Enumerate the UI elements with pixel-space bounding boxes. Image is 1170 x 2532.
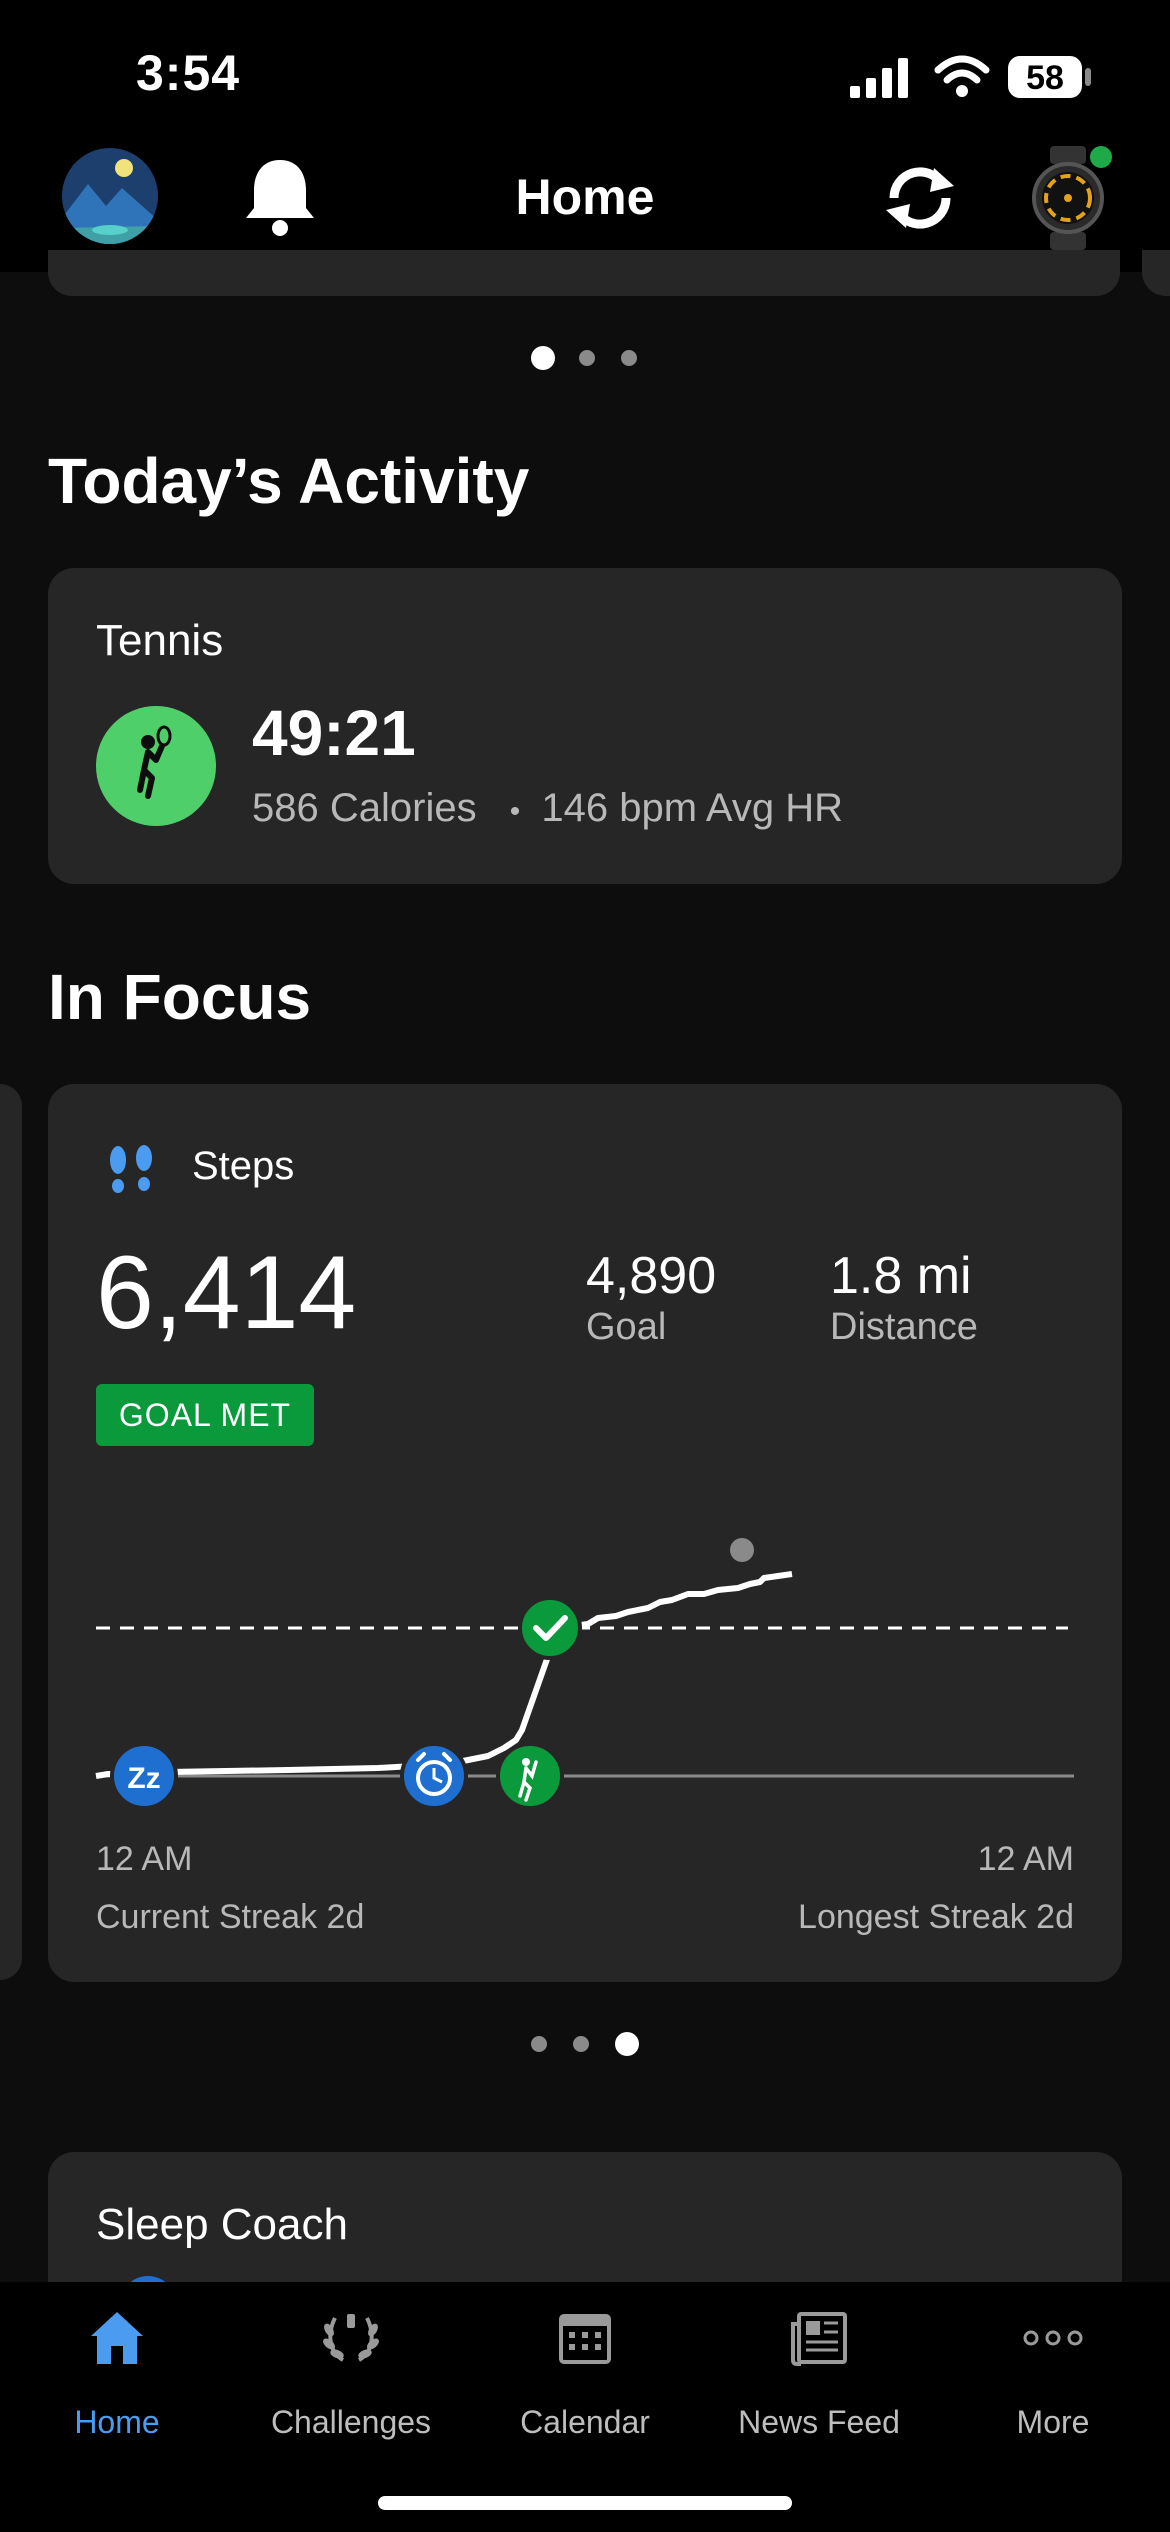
wifi-icon xyxy=(934,55,990,97)
steps-count: 6,414 xyxy=(96,1235,357,1351)
status-time: 3:54 xyxy=(136,45,241,101)
laurel-icon xyxy=(323,2314,379,2362)
stat-separator: • xyxy=(509,795,521,828)
activity-avg-hr: 146 bpm Avg HR xyxy=(541,786,844,830)
focus-dot-1[interactable] xyxy=(531,2036,547,2052)
tennis-marker-icon xyxy=(496,1742,564,1810)
tab-more[interactable]: More xyxy=(936,2282,1170,2442)
battery-cap xyxy=(1085,68,1091,86)
tab-more-label: More xyxy=(1016,2404,1090,2440)
tennis-player-icon xyxy=(137,725,172,799)
activity-stats: 586 Calories • 146 bpm Avg HR xyxy=(252,786,843,831)
focus-dot-3[interactable] xyxy=(615,2032,639,2056)
distance-value: 1.8 mi xyxy=(830,1247,972,1305)
goal-reached-check-icon xyxy=(518,1596,582,1660)
sleep-coach-title: Sleep Coach xyxy=(96,2200,348,2249)
sleep-marker-icon: Zz xyxy=(110,1742,178,1810)
page-title: Home xyxy=(515,169,655,225)
bottom-tab-bar: Home Challenges Calendar News Feed More xyxy=(0,2282,1170,2532)
carousel-dot-3[interactable] xyxy=(621,350,637,366)
carousel-card-next-partial[interactable] xyxy=(1142,250,1170,296)
device-connected-dot xyxy=(1090,146,1112,168)
tab-news-feed[interactable]: News Feed xyxy=(702,2282,936,2442)
tab-calendar[interactable]: Calendar xyxy=(468,2282,702,2442)
carousel-card-partial[interactable] xyxy=(48,250,1120,296)
tab-calendar-label: Calendar xyxy=(520,2404,650,2440)
calendar-icon xyxy=(559,2314,611,2364)
tennis-activity-icon xyxy=(96,706,216,826)
activity-card-tennis[interactable]: Tennis 49:21 586 Calories • 146 bpm Avg … xyxy=(48,568,1122,884)
distance-label: Distance xyxy=(830,1306,978,1348)
steps-card[interactable]: Steps 6,414 4,890 Goal 1.8 mi Distance G… xyxy=(48,1084,1122,1982)
more-dots-icon xyxy=(1023,2330,1083,2346)
newspaper-icon xyxy=(791,2312,847,2366)
activity-name: Tennis xyxy=(96,616,224,665)
axis-start-label: 12 AM xyxy=(96,1840,193,1878)
longest-streak: Longest Streak 2d xyxy=(798,1898,1074,1936)
status-bar: 3:54 58 xyxy=(0,0,1170,140)
current-streak: Current Streak 2d xyxy=(96,1898,365,1936)
footprints-icon xyxy=(110,1145,152,1193)
todays-activity-heading: Today’s Activity xyxy=(48,445,530,517)
home-indicator[interactable] xyxy=(378,2496,792,2510)
activity-calories: 586 Calories xyxy=(252,786,477,830)
tab-home[interactable]: Home xyxy=(0,2282,234,2442)
carousel-dot-2[interactable] xyxy=(579,350,595,366)
previous-card-partial[interactable] xyxy=(0,1084,22,1980)
cellular-signal-icon xyxy=(850,58,908,98)
carousel-dot-1[interactable] xyxy=(531,346,555,370)
focus-dot-2[interactable] xyxy=(573,2036,589,2052)
steps-progress-chart: Zz xyxy=(95,1538,1074,1810)
tab-challenges-label: Challenges xyxy=(270,2404,432,2440)
steps-label: Steps xyxy=(192,1144,295,1188)
tab-challenges[interactable]: Challenges xyxy=(234,2282,468,2442)
goal-value: 4,890 xyxy=(586,1247,717,1305)
tab-news-feed-label: News Feed xyxy=(738,2404,900,2440)
goal-label: Goal xyxy=(586,1306,667,1348)
tab-home-label: Home xyxy=(74,2404,160,2440)
svg-text:Zz: Zz xyxy=(127,1762,160,1795)
activity-duration: 49:21 xyxy=(252,697,416,769)
sync-icon[interactable] xyxy=(880,158,960,238)
home-icon xyxy=(91,2312,143,2364)
battery-level: 58 xyxy=(1026,59,1064,97)
current-time-dot xyxy=(730,1538,754,1562)
battery-icon: 58 xyxy=(1008,56,1082,98)
axis-end-label: 12 AM xyxy=(977,1840,1074,1878)
alarm-marker-icon xyxy=(400,1742,468,1810)
in-focus-heading: In Focus xyxy=(48,961,312,1033)
